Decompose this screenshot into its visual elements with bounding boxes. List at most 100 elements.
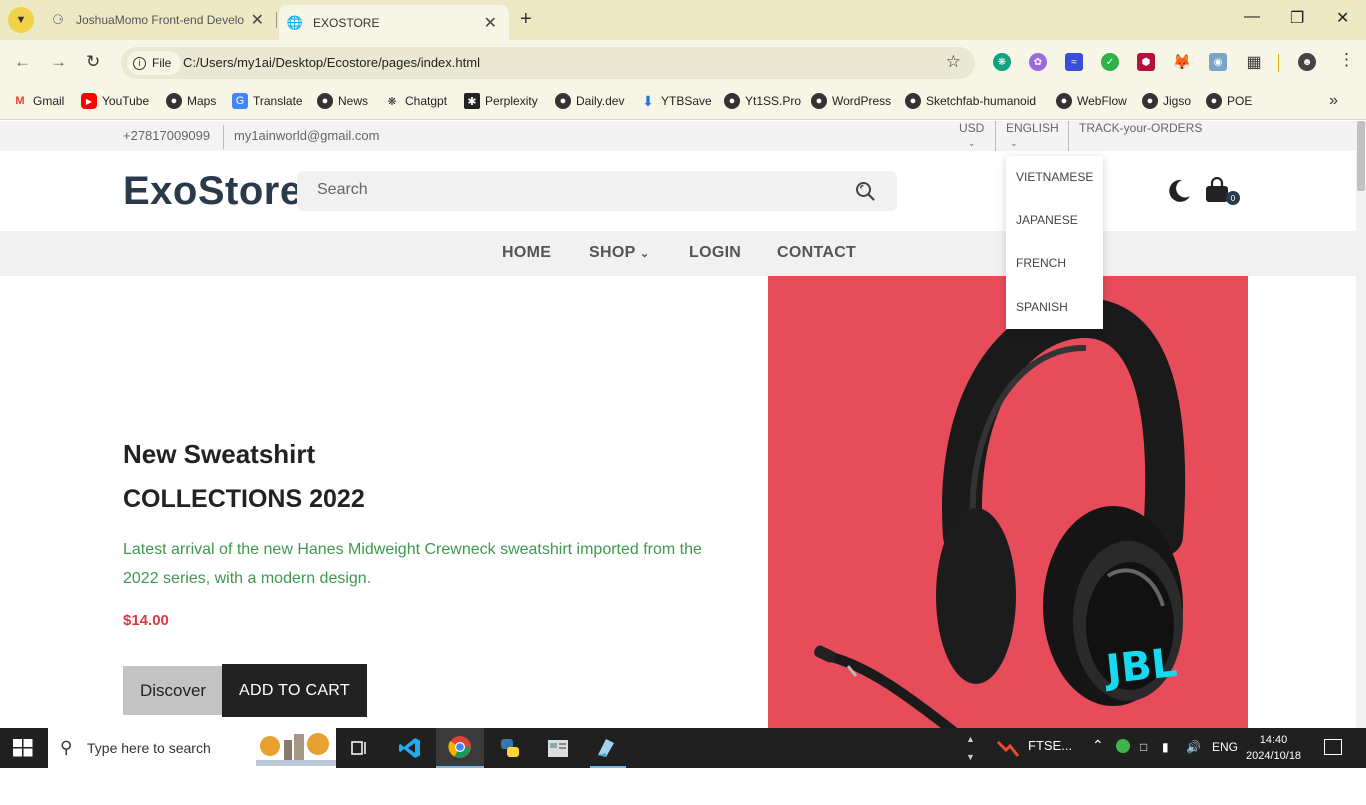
close-window-icon[interactable]: ✕ <box>1336 8 1349 28</box>
menu-kebab-icon[interactable]: ⋮ <box>1338 50 1355 70</box>
chevron-down-icon: ⌄ <box>967 138 976 148</box>
bookmark-poe[interactable]: ● POE <box>1206 93 1252 109</box>
minimize-icon[interactable]: — <box>1244 8 1260 26</box>
chrome-icon[interactable] <box>436 728 484 768</box>
page-scrollbar[interactable] <box>1356 121 1366 728</box>
globe-icon: ● <box>317 93 333 109</box>
language-option-vietnamese[interactable]: VIETNAMESE <box>1016 170 1093 184</box>
tab-title: JoshuaMomo Front-end Develo <box>76 13 245 27</box>
moon-icon[interactable] <box>1164 177 1192 205</box>
stock-widget-label[interactable]: FTSE... <box>1028 738 1072 753</box>
bookmark-webflow[interactable]: ● WebFlow <box>1056 93 1127 109</box>
profile-avatar[interactable]: ☻ <box>1298 53 1316 71</box>
new-tab-icon[interactable]: + <box>520 8 532 31</box>
bookmark-wordpress[interactable]: ● WordPress <box>811 93 891 109</box>
bookmark-star-icon[interactable]: ☆ <box>946 52 961 72</box>
divider <box>223 125 224 149</box>
bookmark-label: YouTube <box>102 94 150 108</box>
bookmark-label: Jigso <box>1163 94 1192 108</box>
screen-bottom-margin <box>0 768 1366 805</box>
taskbar-search[interactable]: ⚲ Type here to search <box>48 728 336 768</box>
browser-tabstrip: ▼ ⚆ JoshuaMomo Front-end Develo ✕ 🌐 EXOS… <box>0 0 1366 40</box>
globe-icon: ● <box>724 93 740 109</box>
app-icon[interactable] <box>582 728 630 768</box>
bookmark-ytbsave[interactable]: ⬇ YTBSave <box>640 93 712 109</box>
task-view-icon[interactable] <box>336 728 384 768</box>
search-input[interactable] <box>317 181 837 199</box>
nav-item-contact[interactable]: CONTACT <box>777 244 856 262</box>
url-text[interactable]: C:/Users/my1ai/Desktop/Ecostore/pages/in… <box>183 55 480 70</box>
globe-icon: ● <box>1056 93 1072 109</box>
taskbar-search-placeholder: Type here to search <box>87 740 211 756</box>
language-option-spanish[interactable]: SPANISH <box>1016 300 1068 314</box>
vscode-icon[interactable] <box>386 728 434 768</box>
battery-icon[interactable]: ▮ <box>1162 740 1169 754</box>
contact-email: my1ainworld@gmail.com <box>234 128 380 143</box>
metamask-extension-icon[interactable]: 🦊 <box>1173 53 1192 71</box>
track-orders-link[interactable]: TRACK-your-ORDERS <box>1079 121 1202 135</box>
extensions-puzzle-icon[interactable]: ▦ <box>1245 53 1263 71</box>
search-icon[interactable] <box>855 181 875 201</box>
language-option-french[interactable]: FRENCH <box>1016 256 1066 270</box>
language-select[interactable]: ENGLISH ⌄ <box>1006 121 1059 149</box>
bookmark-dailydev[interactable]: ● Daily.dev <box>555 93 624 109</box>
site-info-chip[interactable]: i File <box>127 51 182 75</box>
bookmarks-bar: M Gmail ▶ YouTube ● Maps G Translate ● News ❋… <box>0 86 1366 120</box>
camera-extension-icon[interactable]: ◉ <box>1209 53 1227 71</box>
main-nav: HOME SHOP ⌄ LOGIN CONTACT <box>0 231 1356 276</box>
windows-start-icon[interactable] <box>13 739 33 757</box>
nav-item-home[interactable]: HOME <box>502 244 551 262</box>
language-option-japanese[interactable]: JAPANESE <box>1016 213 1078 227</box>
forward-icon[interactable]: → <box>50 52 67 72</box>
globe-icon: 🌐 <box>286 14 304 30</box>
language-label: ENGLISH <box>1006 121 1059 135</box>
bookmark-translate[interactable]: G Translate <box>232 93 303 109</box>
search-highlight-image <box>256 733 336 766</box>
file-explorer-icon[interactable] <box>534 728 582 768</box>
browser-tab-active[interactable]: 🌐 EXOSTORE ✕ <box>279 5 509 40</box>
close-tab-icon[interactable]: ✕ <box>251 10 264 30</box>
colorful-extension-icon[interactable]: ✿ <box>1029 53 1047 71</box>
bookmark-maps[interactable]: ● Maps <box>166 93 216 109</box>
chevron-up-icon[interactable]: ⌃ <box>1092 737 1104 754</box>
site-logo[interactable]: ExoStore <box>123 169 303 214</box>
add-to-cart-button[interactable]: ADD TO CART <box>222 664 367 717</box>
bookmark-label: News <box>338 94 369 108</box>
tray-app-icon[interactable] <box>1116 739 1130 753</box>
check-extension-icon[interactable]: ✓ <box>1101 53 1119 71</box>
close-tab-icon[interactable]: ✕ <box>484 13 497 33</box>
reload-icon[interactable]: ↻ <box>86 52 100 72</box>
scrollbar-thumb[interactable] <box>1357 121 1365 191</box>
webpage: +27817009099 my1ainworld@gmail.com USD ⌄… <box>0 121 1356 728</box>
windows-taskbar: ⚲ Type here to search ▲ ▼ FTSE... ⌃ □ ▮ 🔊… <box>0 728 1366 768</box>
wave-extension-icon[interactable]: ≈ <box>1065 53 1083 71</box>
bookmark-youtube[interactable]: ▶ YouTube <box>81 93 149 109</box>
nav-item-shop[interactable]: SHOP ⌄ <box>589 244 650 262</box>
device-icon[interactable]: □ <box>1140 740 1147 754</box>
bookmark-chatgpt[interactable]: ❋ Chatgpt <box>384 93 447 109</box>
tab-search-button[interactable]: ▼ <box>8 7 34 33</box>
browser-tab[interactable]: ⚆ JoshuaMomo Front-end Develo ✕ <box>38 0 276 40</box>
bookmark-jigso[interactable]: ● Jigso <box>1142 93 1191 109</box>
bookmark-label: Gmail <box>33 94 65 108</box>
bookmark-gmail[interactable]: M Gmail <box>12 93 64 109</box>
system-clock[interactable]: 14:40 2024/10/18 <box>1246 732 1301 764</box>
bookmark-news[interactable]: ● News <box>317 93 368 109</box>
python-icon[interactable] <box>486 728 534 768</box>
bookmark-sketchfab[interactable]: ● Sketchfab-humanoid <box>905 93 1036 109</box>
currency-select[interactable]: USD ⌄ <box>959 121 984 149</box>
hexagon-extension-icon[interactable]: ⬢ <box>1137 53 1155 71</box>
more-bookmarks-icon[interactable]: » <box>1329 92 1338 110</box>
input-language[interactable]: ENG <box>1212 740 1238 754</box>
address-bar[interactable]: i File C:/Users/my1ai/Desktop/Ecostore/p… <box>121 47 975 79</box>
chatgpt-extension-icon[interactable]: ❋ <box>993 53 1011 71</box>
taskbar-scroll-arrows[interactable]: ▲ ▼ <box>966 730 975 766</box>
restore-icon[interactable]: ❐ <box>1290 8 1304 28</box>
discover-button[interactable]: Discover <box>123 666 223 715</box>
notification-icon[interactable] <box>1324 739 1342 755</box>
nav-item-login[interactable]: LOGIN <box>689 244 741 262</box>
back-icon[interactable]: ← <box>14 52 31 72</box>
volume-icon[interactable]: 🔊 <box>1186 740 1201 754</box>
bookmark-yt1ss[interactable]: ● Yt1SS.Pro <box>724 93 801 109</box>
bookmark-perplexity[interactable]: ✱ Perplexity <box>464 93 538 109</box>
